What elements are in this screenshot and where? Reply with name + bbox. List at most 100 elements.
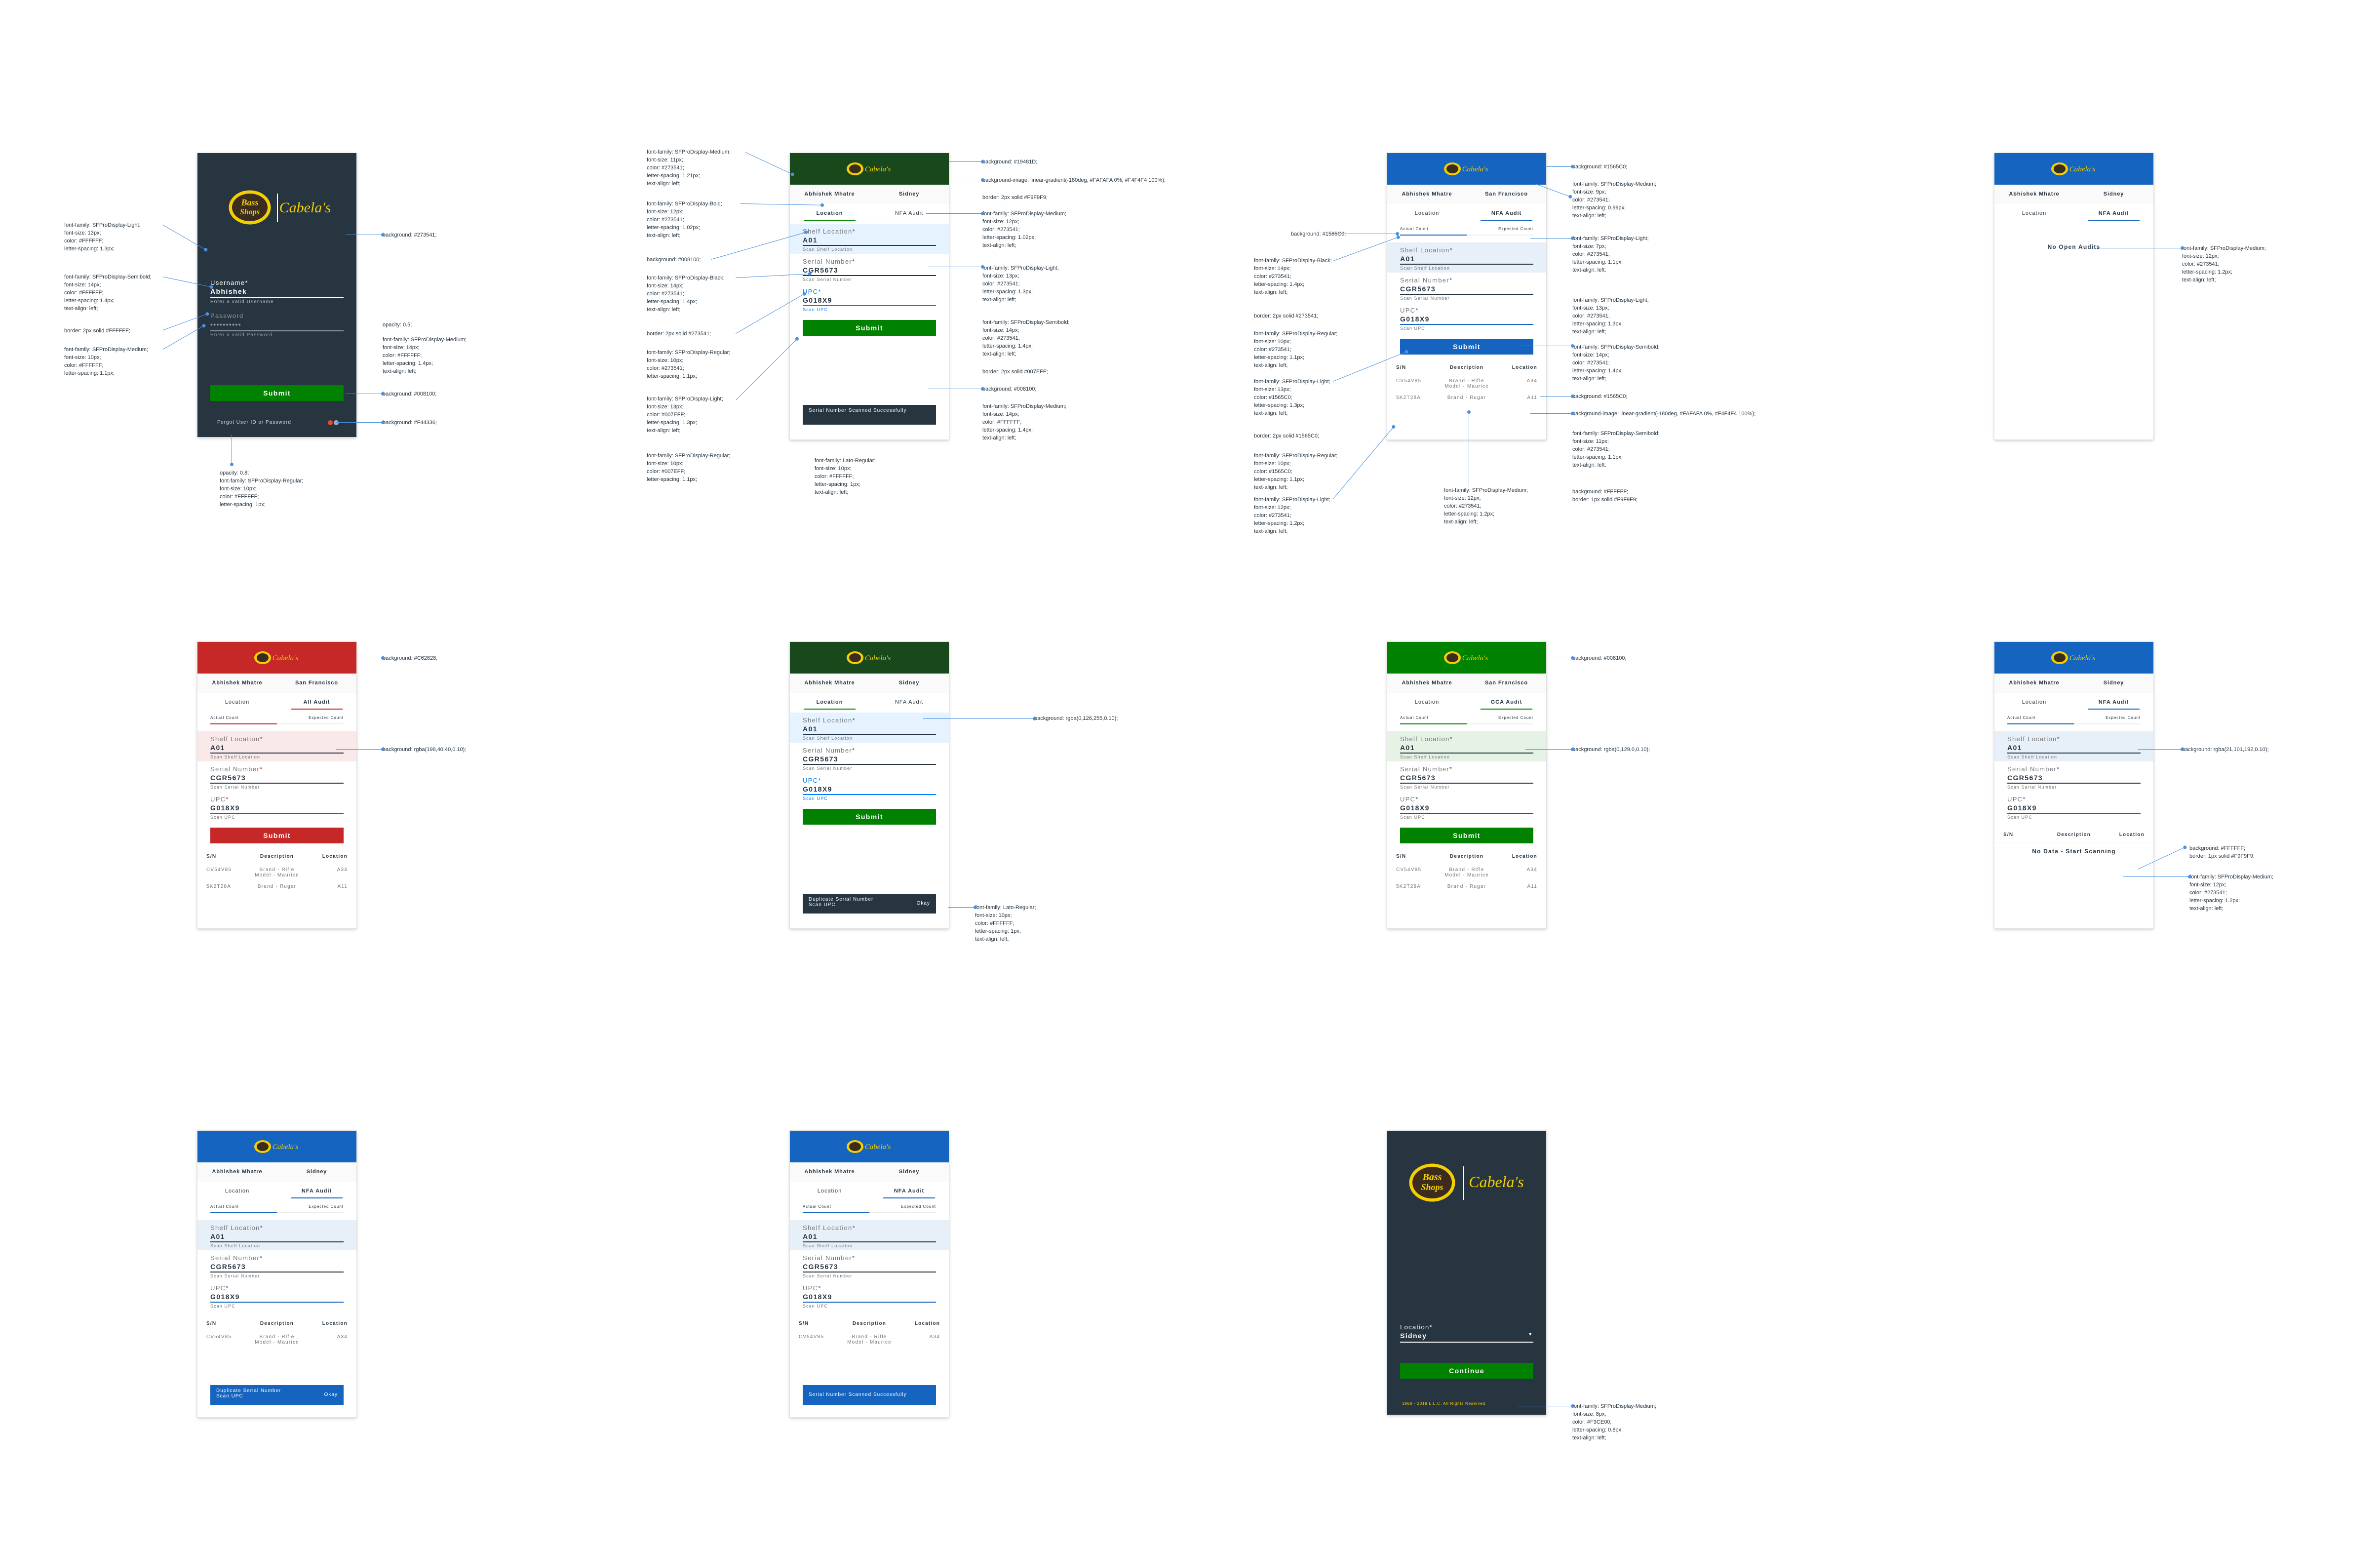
tab-nfa[interactable]: NFA Audit bbox=[2074, 204, 2153, 224]
shelf-value[interactable]: A01 bbox=[2007, 743, 2141, 754]
cell: CV54V85 bbox=[799, 1334, 824, 1340]
forgot-link[interactable]: Forgot User ID or Password bbox=[217, 420, 291, 425]
table-row[interactable]: CV54V85 Brand - Rifle Model - Maurice A34 bbox=[197, 864, 356, 881]
shelf-field[interactable]: Shelf Location* A01 Scan Shelf Location bbox=[197, 731, 356, 761]
note: font-family: SFProDisplay-Medium; font-s… bbox=[2182, 245, 2266, 283]
upc-field[interactable]: UPC* G018X9 Scan UPC bbox=[790, 773, 949, 803]
upc-value[interactable]: G018X9 bbox=[803, 784, 936, 795]
shelf-helper: Scan Shelf Location bbox=[803, 736, 853, 741]
submit-button[interactable]: Submit bbox=[803, 320, 936, 336]
shelf-value[interactable]: A01 bbox=[803, 235, 936, 246]
serial-field[interactable]: Serial Number* CGR5673 Scan Serial Number bbox=[197, 1250, 356, 1280]
tab-nfa[interactable]: NFA Audit bbox=[277, 1182, 356, 1201]
table-row[interactable]: 5K2T28A Brand - Rugar A11 bbox=[1387, 881, 1546, 892]
tab-nfa[interactable]: NFA Audit bbox=[1467, 204, 1546, 224]
tab-location[interactable]: Location bbox=[197, 693, 277, 713]
table-row[interactable]: CV54V85 Brand - Rifle Model - Maurice A34 bbox=[1387, 864, 1546, 881]
serial-field[interactable]: Serial Number* CGR5673 Scan Serial Number bbox=[790, 743, 949, 773]
shelf-value[interactable]: A01 bbox=[803, 1232, 936, 1242]
tab-location[interactable]: Location bbox=[1387, 693, 1467, 713]
chevron-down-icon[interactable]: ▼ bbox=[1528, 1332, 1533, 1341]
table-row[interactable]: CV54V85 Brand - Rifle Model - Maurice A34 bbox=[197, 1331, 356, 1348]
upc-field[interactable]: UPC* G018X9 Scan UPC bbox=[790, 284, 949, 314]
tab-location[interactable]: Location bbox=[1994, 693, 2074, 713]
tab-gca[interactable]: GCA Audit bbox=[1467, 693, 1546, 713]
tab-location[interactable]: Location bbox=[1994, 204, 2074, 224]
upc-value[interactable]: G018X9 bbox=[210, 1292, 344, 1303]
shelf-helper: Scan Shelf Location bbox=[1400, 266, 1450, 271]
password-field[interactable]: Password •••••••••• Enter a valid Passwo… bbox=[210, 312, 344, 338]
tab-location[interactable]: Location bbox=[1387, 204, 1467, 224]
okay-button[interactable]: Okay bbox=[324, 1392, 338, 1397]
serial-field[interactable]: Serial Number* CGR5673 Scan Serial Number bbox=[790, 1250, 949, 1280]
note: font-family: SFProDisplay-Light; font-si… bbox=[1254, 497, 1330, 534]
upc-value[interactable]: G018X9 bbox=[1400, 314, 1533, 325]
serial-field[interactable]: Serial Number* CGR5673 Scan Serial Number bbox=[1387, 761, 1546, 792]
submit-button[interactable]: Submit bbox=[1400, 828, 1533, 843]
upc-value[interactable]: G018X9 bbox=[803, 295, 936, 306]
shelf-value[interactable]: A01 bbox=[1400, 254, 1533, 265]
col-sn: S/N bbox=[1396, 365, 1406, 370]
username-field[interactable]: Username* Abhishek Enter a valid Usernam… bbox=[210, 279, 344, 305]
toggle-icon[interactable] bbox=[334, 420, 339, 425]
serial-value[interactable]: CGR5673 bbox=[803, 265, 936, 276]
serial-value[interactable]: CGR5673 bbox=[1400, 284, 1533, 295]
tab-location[interactable]: Location bbox=[197, 1182, 277, 1201]
upc-field[interactable]: UPC* G018X9 Scan UPC bbox=[790, 1280, 949, 1311]
tab-location[interactable]: Location bbox=[790, 693, 869, 713]
table-row[interactable]: CV54V85 Brand - Rifle Model - Maurice A34 bbox=[790, 1331, 949, 1348]
shelf-field[interactable]: Shelf Location* A01 Scan Shelf Location bbox=[790, 713, 949, 743]
continue-button[interactable]: Continue bbox=[1400, 1363, 1533, 1379]
serial-value[interactable]: CGR5673 bbox=[2007, 773, 2141, 784]
login-submit-button[interactable]: Submit bbox=[210, 385, 344, 401]
submit-button[interactable]: Submit bbox=[210, 828, 344, 843]
okay-button[interactable]: Okay bbox=[917, 901, 930, 906]
upc-field[interactable]: UPC* G018X9 Scan UPC bbox=[1387, 792, 1546, 822]
submit-button[interactable]: Submit bbox=[1400, 339, 1533, 355]
shelf-field[interactable]: Shelf Location* A01 Scan Shelf Location bbox=[790, 1220, 949, 1250]
shelf-field[interactable]: Shelf Location* A01 Scan Shelf Location bbox=[1387, 731, 1546, 761]
serial-field[interactable]: Serial Number* CGR5673 Scan Serial Number bbox=[197, 761, 356, 792]
shelf-field[interactable]: Shelf Location* A01 Scan Shelf Location bbox=[1387, 242, 1546, 273]
serial-value[interactable]: CGR5673 bbox=[1400, 773, 1533, 784]
shelf-field[interactable]: Shelf Location* A01 Scan Shelf Location bbox=[197, 1220, 356, 1250]
shelf-value[interactable]: A01 bbox=[803, 724, 936, 735]
upc-value[interactable]: G018X9 bbox=[803, 1292, 936, 1303]
location-select[interactable]: Location* Sidney ▼ bbox=[1400, 1323, 1533, 1343]
serial-value[interactable]: CGR5673 bbox=[210, 773, 344, 784]
arrow bbox=[1333, 427, 1394, 499]
serial-field[interactable]: Serial Number* CGR5673 Scan Serial Number bbox=[1994, 761, 2153, 792]
table-row[interactable]: 5K2T28A Brand - Rugar A11 bbox=[1387, 392, 1546, 403]
table-row[interactable]: 5K2T28A Brand - Rugar A11 bbox=[197, 881, 356, 892]
required-mark: * bbox=[1429, 1323, 1433, 1331]
serial-value[interactable]: CGR5673 bbox=[803, 1262, 936, 1273]
upc-field[interactable]: UPC* G018X9 Scan UPC bbox=[197, 1280, 356, 1311]
tab-nfa[interactable]: NFA Audit bbox=[869, 693, 949, 713]
shelf-field[interactable]: Shelf Location* A01 Scan Shelf Location bbox=[1994, 731, 2153, 761]
serial-field[interactable]: Serial Number* CGR5673 Scan Serial Number bbox=[1387, 273, 1546, 303]
username-value[interactable]: Abhishek bbox=[210, 286, 344, 298]
table-row[interactable]: CV54V85 Brand - Rifle Model - Maurice A34 bbox=[1387, 375, 1546, 392]
tab-nfa[interactable]: NFA Audit bbox=[2074, 693, 2153, 713]
tab-all[interactable]: All Audit bbox=[277, 693, 356, 713]
upc-field[interactable]: UPC* G018X9 Scan UPC bbox=[1387, 303, 1546, 333]
upc-value[interactable]: G018X9 bbox=[2007, 803, 2141, 814]
submit-button[interactable]: Submit bbox=[803, 809, 936, 825]
tab-location[interactable]: Location bbox=[790, 1182, 869, 1201]
tab-nfa[interactable]: NFA Audit bbox=[869, 204, 949, 224]
shelf-value[interactable]: A01 bbox=[210, 743, 344, 754]
serial-value[interactable]: CGR5673 bbox=[803, 754, 936, 765]
upc-value[interactable]: G018X9 bbox=[210, 803, 344, 814]
shelf-value[interactable]: A01 bbox=[210, 1232, 344, 1242]
shelf-value[interactable]: A01 bbox=[1400, 743, 1533, 754]
upc-value[interactable]: G018X9 bbox=[1400, 803, 1533, 814]
note: background-image: linear-gradient(-180de… bbox=[1572, 411, 1756, 417]
upc-field[interactable]: UPC* G018X9 Scan UPC bbox=[1994, 792, 2153, 822]
tab-nfa[interactable]: NFA Audit bbox=[869, 1182, 949, 1201]
shelf-field[interactable]: Shelf Location* A01 Scan Shelf Location bbox=[790, 224, 949, 254]
tab-location[interactable]: Location bbox=[790, 204, 869, 224]
password-value[interactable]: •••••••••• bbox=[210, 319, 344, 331]
upc-field[interactable]: UPC* G018X9 Scan UPC bbox=[197, 792, 356, 822]
serial-value[interactable]: CGR5673 bbox=[210, 1262, 344, 1273]
serial-field[interactable]: Serial Number* CGR5673 Scan Serial Number bbox=[790, 254, 949, 284]
